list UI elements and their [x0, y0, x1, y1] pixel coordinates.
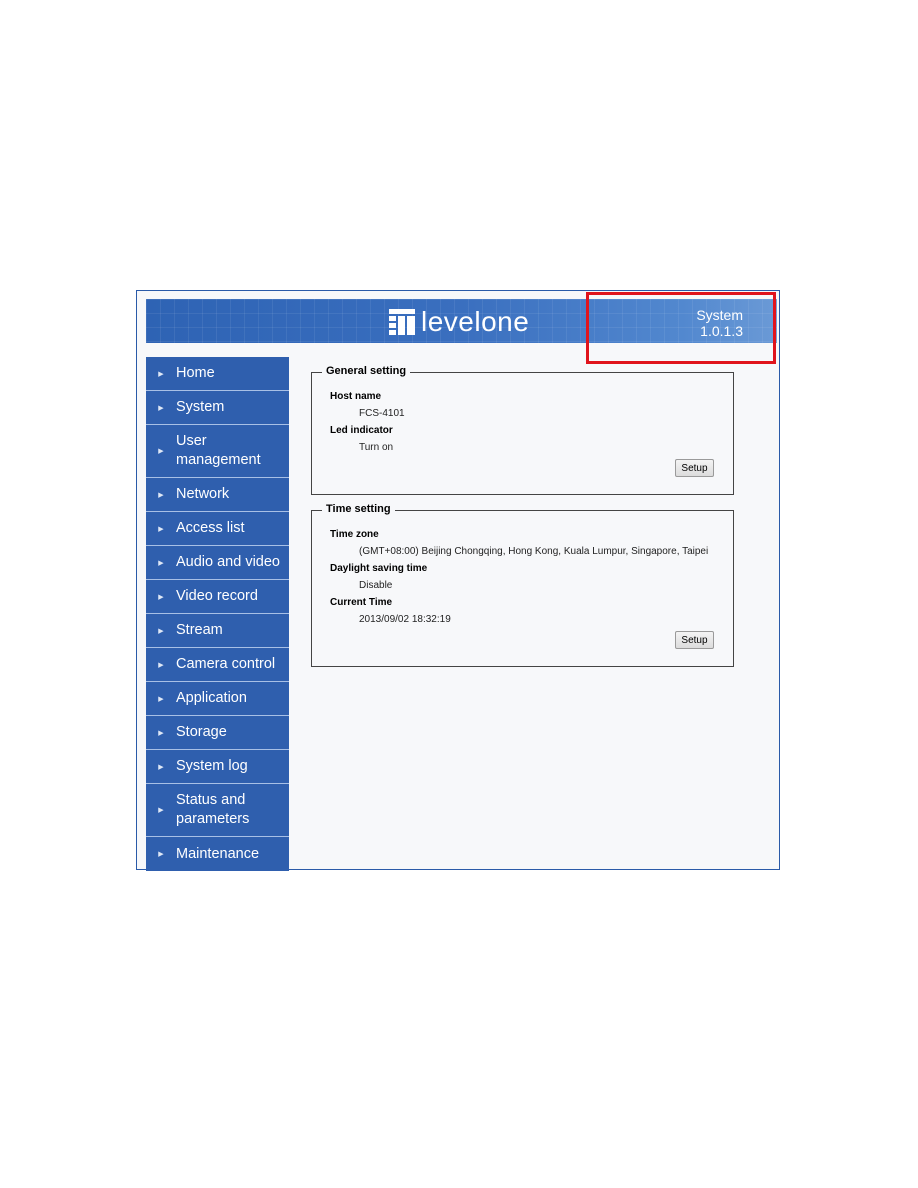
- sidebar-item-user-management[interactable]: ▶ User management: [146, 425, 289, 478]
- sidebar-item-stream[interactable]: ▶ Stream: [146, 614, 289, 648]
- led-indicator-label: Led indicator: [330, 425, 393, 436]
- host-name-value: FCS-4101: [359, 408, 405, 419]
- logo-icon: [389, 309, 415, 335]
- host-name-label: Host name: [330, 391, 382, 402]
- arrow-right-icon: ▶: [158, 559, 164, 567]
- daylight-saving-label: Daylight saving time: [330, 563, 428, 574]
- brand-name: levelone: [421, 306, 530, 337]
- arrow-right-icon: ▶: [158, 448, 164, 455]
- arrow-right-icon: ▶: [158, 729, 164, 737]
- sidebar-item-camera-control[interactable]: ▶ Camera control: [146, 648, 289, 682]
- sidebar-item-system-log[interactable]: ▶ System log: [146, 750, 289, 784]
- levelone-logo: levelone: [389, 307, 529, 337]
- sidebar-nav: ▶ Home ▶ System ▶ User management ▶ Network …: [146, 357, 289, 871]
- time-zone-label: Time zone: [330, 529, 379, 540]
- sidebar-item-home[interactable]: ▶ Home: [146, 357, 289, 391]
- current-time-label: Current Time: [330, 597, 393, 608]
- sidebar-item-status-and-parameters[interactable]: ▶ Status and parameters: [146, 784, 289, 837]
- arrow-right-icon: ▶: [158, 525, 164, 533]
- arrow-right-icon: ▶: [158, 370, 164, 378]
- arrow-right-icon: ▶: [158, 807, 164, 814]
- time-setting-section: Time setting Time zone (GMT+08:00) Beiji…: [311, 503, 734, 667]
- time-setup-button[interactable]: Setup: [675, 631, 714, 649]
- arrow-right-icon: ▶: [158, 661, 164, 669]
- sidebar-item-application[interactable]: ▶ Application: [146, 682, 289, 716]
- sidebar-item-system[interactable]: ▶ System: [146, 391, 289, 425]
- arrow-right-icon: ▶: [158, 491, 164, 499]
- current-time-value: 2013/09/02 18:32:19: [359, 614, 451, 625]
- arrow-right-icon: ▶: [158, 695, 164, 703]
- time-zone-value: (GMT+08:00) Beijing Chongqing, Hong Kong…: [359, 546, 709, 557]
- sidebar-item-storage[interactable]: ▶ Storage: [146, 716, 289, 750]
- arrow-right-icon: ▶: [158, 404, 164, 412]
- sidebar-item-audio-and-video[interactable]: ▶ Audio and video: [146, 546, 289, 580]
- sidebar-item-access-list[interactable]: ▶ Access list: [146, 512, 289, 546]
- section-title: Time setting: [322, 503, 395, 515]
- sidebar-item-video-record[interactable]: ▶ Video record: [146, 580, 289, 614]
- arrow-right-icon: ▶: [158, 763, 164, 771]
- arrow-right-icon: ▶: [158, 627, 164, 635]
- led-indicator-value: Turn on: [359, 442, 394, 453]
- sidebar-item-maintenance[interactable]: ▶ Maintenance: [146, 837, 289, 871]
- section-title: General setting: [322, 365, 411, 377]
- general-setup-button[interactable]: Setup: [675, 459, 714, 477]
- version-highlight-box: [586, 292, 776, 364]
- arrow-right-icon: ▶: [158, 851, 164, 858]
- daylight-saving-value: Disable: [359, 580, 393, 591]
- web-ui-frame: levelone System 1.0.1.3 ▶ Home ▶ System ▶ U…: [136, 290, 780, 871]
- sidebar-item-network[interactable]: ▶ Network: [146, 478, 289, 512]
- general-setting-section: General setting Host name FCS-4101 Led i…: [311, 365, 734, 495]
- arrow-right-icon: ▶: [158, 593, 164, 601]
